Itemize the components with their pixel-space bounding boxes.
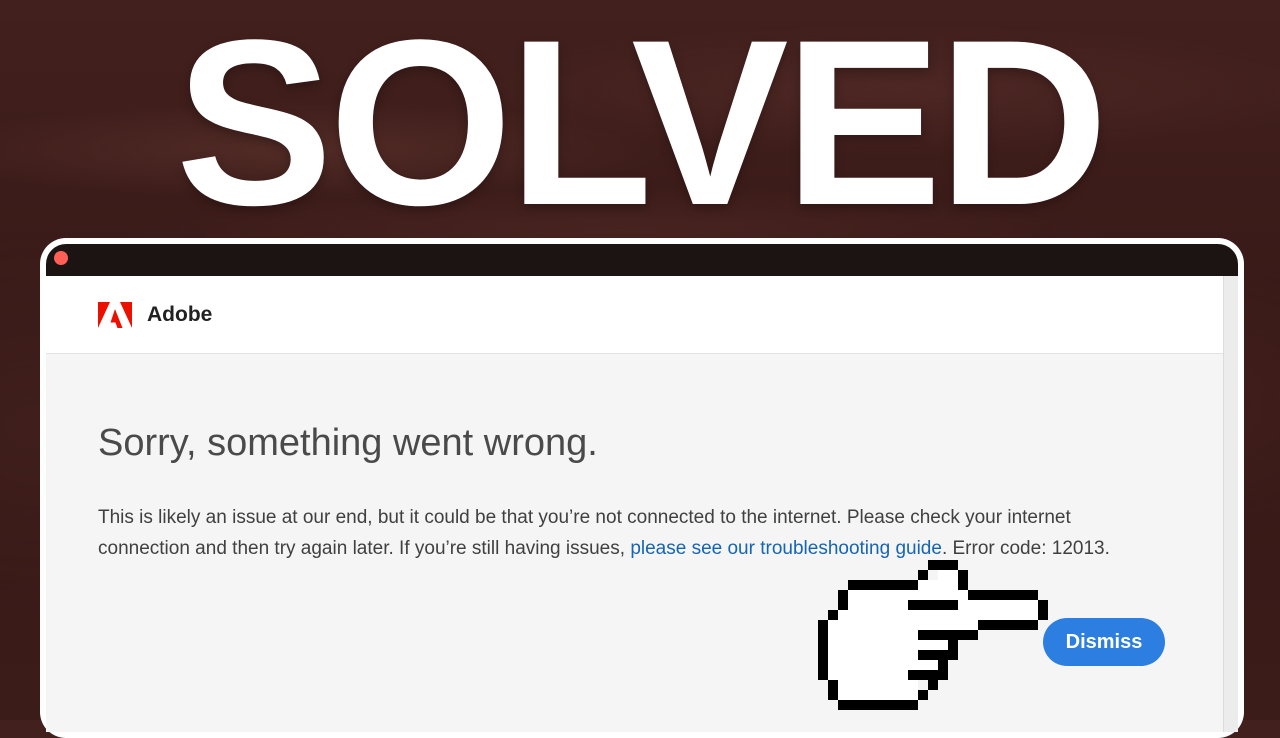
window-content: Adobe Sorry, something went wrong. This … (46, 244, 1238, 732)
pixel-pointing-hand-icon (818, 560, 1048, 710)
app-header: Adobe (46, 276, 1224, 354)
adobe-logo-icon (98, 301, 132, 328)
scrollbar-track[interactable] (1223, 276, 1238, 732)
error-code-text: . Error code: 12013. (941, 538, 1110, 559)
troubleshooting-guide-link[interactable]: please see our troubleshooting guide (630, 538, 942, 559)
solved-headline: SOLVED (175, 0, 1109, 255)
window-title-bar (46, 244, 1238, 276)
dismiss-button[interactable]: Dismiss (1043, 618, 1165, 666)
error-title: Sorry, something went wrong. (98, 422, 598, 464)
adobe-error-window: Adobe Sorry, something went wrong. This … (40, 238, 1244, 738)
brand-name: Adobe (147, 302, 213, 326)
error-message: This is likely an issue at our end, but … (98, 502, 1138, 564)
close-window-button[interactable] (54, 251, 68, 265)
